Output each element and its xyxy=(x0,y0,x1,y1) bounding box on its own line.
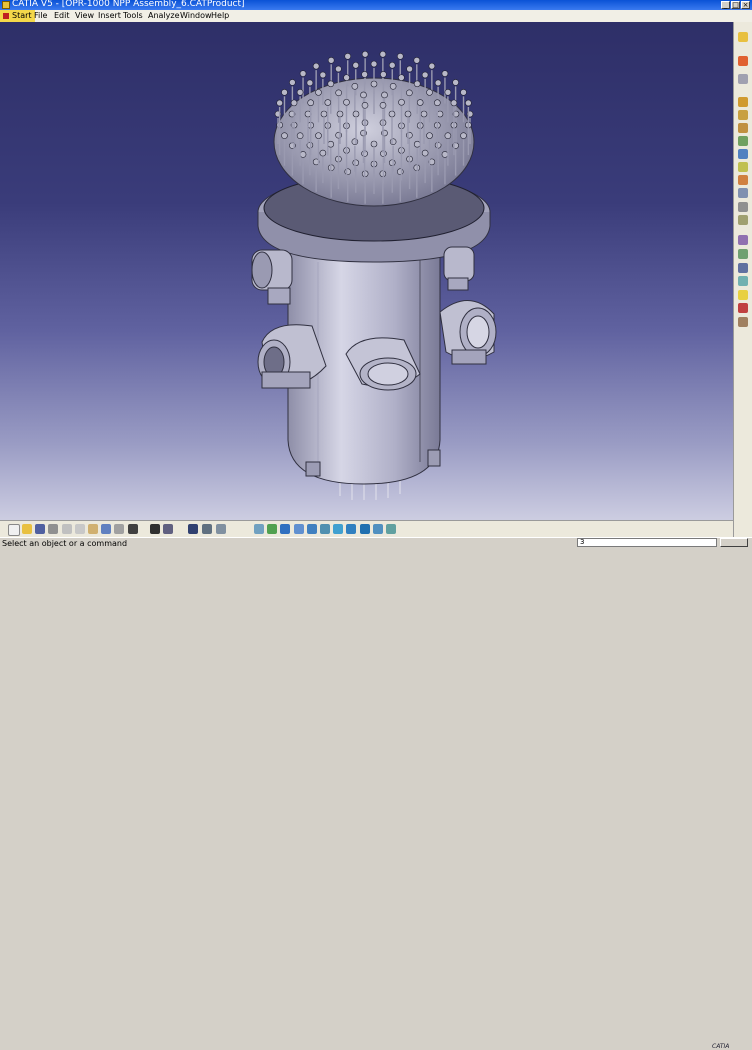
normal-view-icon[interactable] xyxy=(320,524,330,534)
annotation-icon[interactable] xyxy=(738,317,748,327)
status-message: Select an object or a command xyxy=(2,539,128,548)
hide-show-icon[interactable] xyxy=(360,524,370,534)
undo-icon[interactable] xyxy=(101,524,111,534)
renumber-icon[interactable] xyxy=(738,175,748,185)
maximize-button[interactable]: □ xyxy=(731,1,740,9)
reactor-vessel-model[interactable] xyxy=(0,22,733,537)
close-button[interactable]: × xyxy=(741,1,750,9)
render-icon[interactable] xyxy=(386,524,396,534)
minimize-button[interactable]: _ xyxy=(721,1,730,9)
formula-icon[interactable] xyxy=(150,524,160,534)
copy-icon[interactable] xyxy=(75,524,85,534)
bottom-toolbar: CATIA xyxy=(0,520,733,1050)
insert-icon[interactable] xyxy=(738,136,748,146)
right-toolbar xyxy=(733,22,752,537)
pan-icon[interactable] xyxy=(267,524,277,534)
command-input[interactable] xyxy=(577,538,717,547)
scene-icon[interactable] xyxy=(738,276,748,286)
select-icon[interactable] xyxy=(188,524,198,534)
cube-icon[interactable] xyxy=(738,74,748,84)
menu-insert[interactable]: Insert xyxy=(98,10,121,22)
product-icon[interactable] xyxy=(738,97,748,107)
bom-icon[interactable] xyxy=(738,188,748,198)
window-title: CATIA V5 - [OPR-1000 NPP Assembly_6.CATP… xyxy=(12,0,245,9)
graph-icon[interactable] xyxy=(738,162,748,172)
swap-icon[interactable] xyxy=(373,524,383,534)
iso-view-icon[interactable] xyxy=(333,524,343,534)
zoom-in-icon[interactable] xyxy=(294,524,304,534)
catalog-icon[interactable] xyxy=(202,524,212,534)
menu-analyze[interactable]: Analyze xyxy=(148,10,180,22)
rotate-icon[interactable] xyxy=(280,524,290,534)
3d-viewport[interactable] xyxy=(0,22,733,537)
catia-app-icon[interactable] xyxy=(2,1,10,9)
menu-file[interactable]: File xyxy=(34,10,47,22)
catia-logo: CATIA xyxy=(712,1043,730,1050)
menu-help[interactable]: Help xyxy=(211,10,229,22)
shading-icon[interactable] xyxy=(346,524,356,534)
menu-tools[interactable]: Tools xyxy=(123,10,143,22)
window-controls: _ □ × xyxy=(721,1,750,9)
cursor-icon[interactable] xyxy=(738,32,748,42)
replace-icon[interactable] xyxy=(738,149,748,159)
fit-all-icon[interactable] xyxy=(254,524,264,534)
menu-start[interactable]: Start xyxy=(0,10,35,22)
command-button[interactable] xyxy=(720,538,748,547)
light-icon[interactable] xyxy=(738,290,748,300)
print-icon[interactable] xyxy=(48,524,58,534)
open-icon[interactable] xyxy=(22,524,32,534)
explode-icon[interactable] xyxy=(738,235,748,245)
menu-view[interactable]: View xyxy=(75,10,94,22)
sketch-icon[interactable] xyxy=(738,56,748,66)
menu-window[interactable]: Window xyxy=(180,10,212,22)
part-icon[interactable] xyxy=(738,123,748,133)
component-icon[interactable] xyxy=(738,110,748,120)
fly-icon[interactable] xyxy=(216,524,226,534)
comment-icon[interactable] xyxy=(163,524,173,534)
save-icon[interactable] xyxy=(35,524,45,534)
measure-icon[interactable] xyxy=(738,303,748,313)
catalog-icon[interactable] xyxy=(738,263,748,273)
clash-icon[interactable] xyxy=(738,249,748,259)
manipulation-icon[interactable] xyxy=(738,202,748,212)
paste-icon[interactable] xyxy=(88,524,98,534)
cut-icon[interactable] xyxy=(62,524,72,534)
menu-edit[interactable]: Edit xyxy=(54,10,70,22)
snap-icon[interactable] xyxy=(738,215,748,225)
new-icon[interactable] xyxy=(8,524,20,536)
redo-icon[interactable] xyxy=(114,524,124,534)
whats-this-icon[interactable] xyxy=(128,524,138,534)
title-bar: CATIA V5 - [OPR-1000 NPP Assembly_6.CATP… xyxy=(0,0,752,10)
zoom-out-icon[interactable] xyxy=(307,524,317,534)
